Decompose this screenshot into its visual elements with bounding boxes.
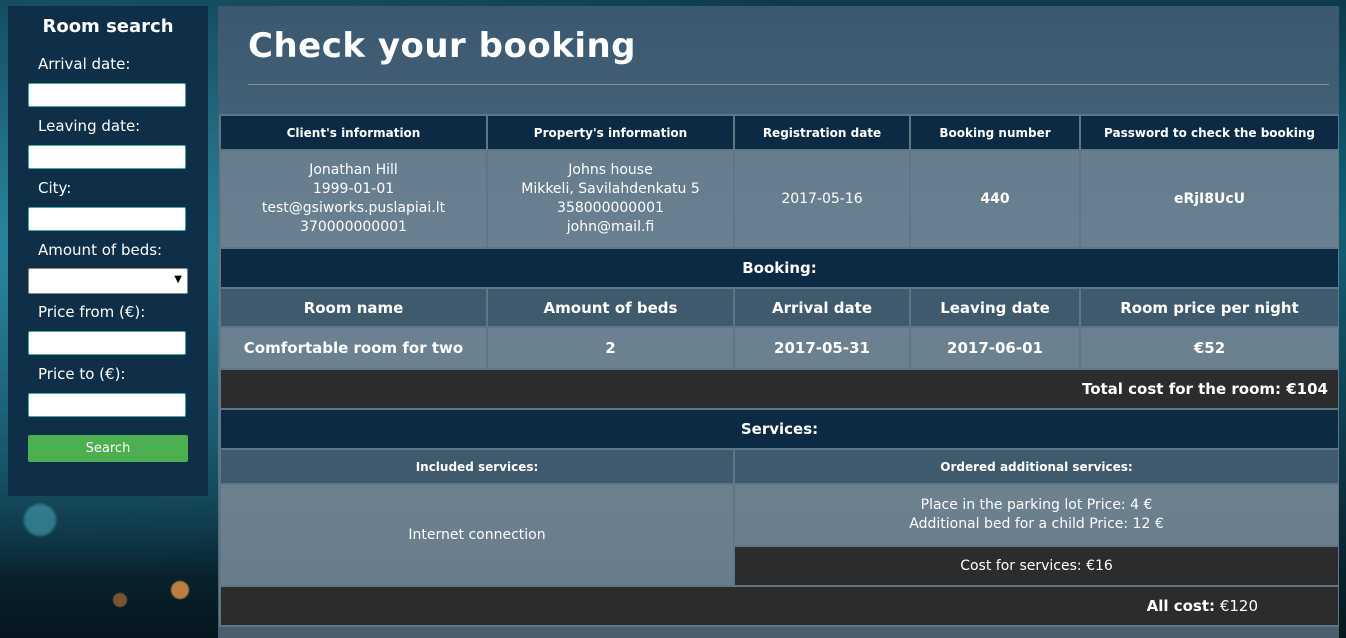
all-cost-value: €120 — [1219, 597, 1258, 615]
room-price: €52 — [1079, 326, 1339, 370]
client-info-header: Client's information — [219, 114, 488, 151]
room-search-sidebar: Room search Arrival date: Leaving date: … — [8, 6, 208, 496]
city-input[interactable] — [28, 207, 186, 231]
price-from-input[interactable] — [28, 331, 186, 355]
city-label: City: — [38, 179, 72, 197]
services-section-title: Services: — [219, 408, 1339, 450]
price-to-label: Price to (€): — [38, 365, 126, 383]
ordered-service-item: Place in the parking lot Price: 4 € — [920, 497, 1153, 513]
included-services: Internet connection — [219, 483, 735, 587]
registration-date-header: Registration date — [733, 114, 911, 151]
leaving-date-input[interactable] — [28, 145, 186, 169]
search-button[interactable]: Search — [28, 435, 188, 462]
room-total-cost: Total cost for the room: €104 — [219, 368, 1339, 410]
price-to-input[interactable] — [28, 393, 186, 417]
beds-select[interactable]: ▼ — [28, 268, 188, 294]
included-services-header: Included services: — [219, 448, 735, 485]
property-info-header: Property's information — [486, 114, 735, 151]
beds-label: Amount of beds: — [38, 241, 163, 259]
booking-table: Client's information Property's informat… — [219, 114, 1339, 627]
booking-panel: Check your booking Client's information … — [218, 6, 1339, 638]
booking-number-header: Booking number — [909, 114, 1081, 151]
client-birth: 1999-01-01 — [312, 181, 395, 197]
property-info-cell: Johns house Mikkeli, Savilahdenkatu 5 35… — [486, 149, 735, 249]
booking-number: 440 — [909, 149, 1081, 249]
leaving-header: Leaving date — [909, 287, 1081, 328]
room-name-header: Room name — [219, 287, 488, 328]
arrival-date-input[interactable] — [28, 83, 186, 107]
password-header: Password to check the booking — [1079, 114, 1339, 151]
sidebar-title: Room search — [42, 16, 174, 37]
room-leaving: 2017-06-01 — [909, 326, 1081, 370]
ordered-services-header: Ordered additional services: — [733, 448, 1339, 485]
property-address: Mikkeli, Savilahdenkatu 5 — [521, 181, 700, 197]
ordered-service-item: Additional bed for a child Price: 12 € — [909, 516, 1164, 532]
title-divider — [248, 84, 1329, 85]
room-arrival: 2017-05-31 — [733, 326, 911, 370]
client-info-cell: Jonathan Hill 1999-01-01 test@gsiworks.p… — [219, 149, 488, 249]
booking-password: eRjI8UcU — [1079, 149, 1339, 249]
client-phone: 370000000001 — [300, 219, 407, 235]
all-cost-label: All cost: — [1146, 597, 1216, 615]
registration-date: 2017-05-16 — [733, 149, 911, 249]
room-name: Comfortable room for two — [219, 326, 488, 370]
price-from-label: Price from (€): — [38, 303, 146, 321]
booking-section-title: Booking: — [219, 247, 1339, 289]
client-name: Jonathan Hill — [309, 162, 398, 178]
beds-header: Amount of beds — [486, 287, 735, 328]
page-title: Check your booking — [248, 26, 637, 66]
leaving-date-label: Leaving date: — [38, 117, 141, 135]
arrival-date-label: Arrival date: — [38, 55, 131, 73]
services-cost: Cost for services: €16 — [733, 545, 1339, 587]
chevron-down-icon: ▼ — [174, 274, 182, 285]
all-cost: All cost: €120 — [219, 585, 1339, 627]
property-phone: 358000000001 — [557, 200, 664, 216]
client-email: test@gsiworks.puslapiai.lt — [261, 200, 446, 216]
property-email: john@mail.fi — [566, 219, 655, 235]
property-name: Johns house — [568, 162, 653, 178]
arrival-header: Arrival date — [733, 287, 911, 328]
price-header: Room price per night — [1079, 287, 1339, 328]
room-beds: 2 — [486, 326, 735, 370]
ordered-services: Place in the parking lot Price: 4 € Addi… — [733, 483, 1339, 547]
